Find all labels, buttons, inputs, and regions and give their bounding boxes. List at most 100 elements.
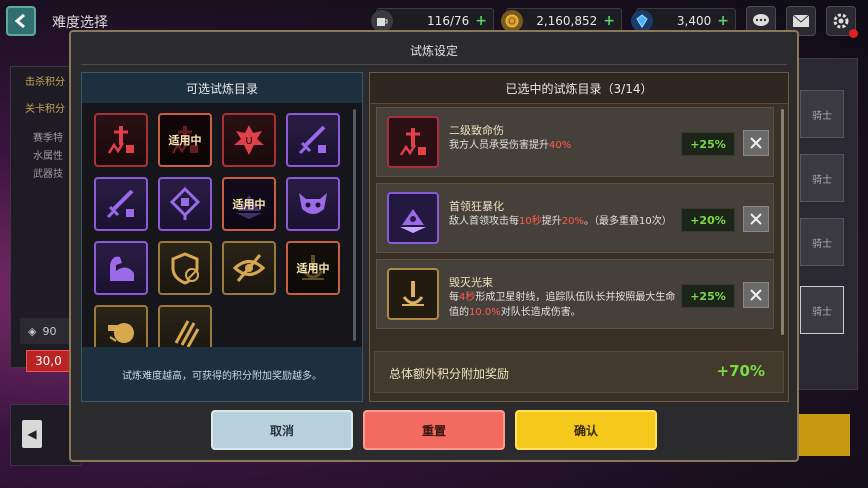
bg-kill-score-label: 击杀积分 [25, 77, 65, 88]
gem-value: 3,400 [676, 14, 712, 28]
gem-icon [631, 10, 653, 32]
applied-badge: 适用中 [224, 179, 274, 229]
total-bonus-bar: 总体额外积分附加奖励 +70% [374, 351, 784, 393]
trial-name: 二级致命伤 [449, 124, 504, 137]
demon-mask-icon [299, 193, 327, 214]
coffee-cup-icon [371, 10, 393, 32]
trial-tile[interactable]: 适用中 [222, 177, 276, 231]
bg-line: 水属性 [33, 151, 63, 162]
scrollbar[interactable] [353, 109, 356, 341]
selected-trial-item: 首领狂暴化 敌人首领攻击每10秒提升20%。（最多重叠10次） +20% [376, 183, 774, 253]
trial-settings-dialog: 试炼设定 可选试炼目录 适用中 U 适用中 适用中 试炼难度越高，可获得的积分附加奖励… [69, 30, 799, 462]
trial-tile[interactable] [94, 305, 148, 347]
trial-tile[interactable] [94, 113, 148, 167]
close-icon [750, 213, 762, 225]
trial-tile[interactable]: U [222, 113, 276, 167]
desc-highlight: 10.0% [469, 307, 501, 318]
bg-yellow-button [798, 414, 850, 456]
reset-button[interactable]: 重置 [363, 410, 505, 450]
page-title: 难度选择 [52, 15, 108, 31]
confirm-button[interactable]: 确认 [515, 410, 657, 450]
applied-badge: 适用中 [160, 115, 210, 165]
bg-knight-card: 骑士 [800, 218, 844, 266]
selected-trials-title: 已选中的试炼目录（3/14） [370, 73, 788, 104]
trial-tile[interactable] [222, 241, 276, 295]
desc-text: 敌人首领攻击每 [449, 216, 519, 227]
add-gem-button[interactable]: + [717, 13, 729, 29]
bg-knight-card: 骑士 [800, 286, 844, 334]
available-trials-title: 可选试炼目录 [82, 73, 362, 104]
total-bonus-value: +70% [716, 362, 765, 380]
armor-crush-icon [108, 323, 134, 343]
back-button[interactable] [6, 6, 36, 36]
trial-tile[interactable] [286, 177, 340, 231]
cancel-button[interactable]: 取消 [211, 410, 353, 450]
trial-tile[interactable] [158, 305, 212, 347]
desc-text: 每 [449, 292, 459, 303]
envelope-icon [792, 14, 810, 27]
trial-tile[interactable]: 适用中 [286, 241, 340, 295]
trial-tile[interactable] [94, 241, 148, 295]
add-stamina-button[interactable]: + [475, 13, 487, 29]
available-trials-panel: 可选试炼目录 适用中 U 适用中 适用中 试炼难度越高，可获得的积分附加奖励越多。 [81, 72, 363, 402]
sword-slash-icon [106, 189, 134, 219]
stamina-value: 116/76 [427, 14, 470, 28]
divider [81, 64, 787, 65]
satellite-beam-icon [387, 268, 439, 320]
trial-description: 我方人员承受伤害提升40% [449, 138, 679, 153]
sword-crit-icon [107, 126, 134, 154]
trial-tile[interactable] [286, 113, 340, 167]
trial-tile[interactable]: 适用中 [158, 113, 212, 167]
trial-tile[interactable] [158, 241, 212, 295]
close-icon [750, 289, 762, 301]
diamond-sigil-icon [169, 187, 201, 220]
desc-text: 。（最多重叠10次） [583, 216, 672, 227]
desc-highlight: 4秒 [459, 292, 476, 303]
trial-grid: 适用中 U 适用中 适用中 [94, 113, 340, 347]
sword-slash-icon [298, 125, 326, 155]
remove-trial-button[interactable] [743, 282, 769, 308]
diamond-icon: ◈ [28, 324, 37, 338]
bg-red-value-box: 30,0 [26, 350, 72, 372]
arrow-left-icon: ◀ [27, 427, 37, 441]
desc-highlight: 10秒 [519, 216, 542, 227]
bg-knight-card: 骑士 [800, 90, 844, 138]
bg-stage-score-label: 关卡积分 [25, 104, 65, 115]
bg-line: 赛季特 [33, 133, 63, 144]
bg-line: 武器技 [33, 169, 63, 180]
trial-grid-area: 适用中 U 适用中 适用中 [82, 103, 362, 347]
boss-rage-icon [387, 192, 439, 244]
selected-trial-item: 毁灭光束 每4秒形成卫星射线，追踪队伍队长并按照最大生命值的10.0%对队长造成… [376, 259, 774, 329]
bg-score-box: ◈ 90 [20, 318, 72, 344]
trial-name: 毁灭光束 [449, 276, 493, 289]
desc-highlight: 40% [549, 140, 572, 151]
desc-text: 对队长造成伤害。 [500, 307, 581, 318]
trial-bonus: +25% [681, 284, 735, 308]
scrollbar[interactable] [781, 109, 784, 335]
bg-score-value: 90 [42, 324, 57, 338]
trial-description: 敌人首领攻击每10秒提升20%。（最多重叠10次） [449, 214, 689, 229]
notification-dot [849, 29, 858, 38]
add-gold-button[interactable]: + [603, 13, 615, 29]
remove-trial-button[interactable] [743, 130, 769, 156]
gold-coin-icon [501, 10, 523, 32]
available-trials-hint: 试炼难度越高，可获得的积分附加奖励越多。 [122, 370, 322, 382]
crossed-eye-icon [232, 254, 266, 282]
settings-button[interactable] [826, 6, 858, 38]
desc-text: 我方人员承受伤害提升 [449, 140, 549, 151]
chat-bubble-icon [753, 14, 769, 26]
claw-marks-icon [174, 320, 200, 347]
trial-tile[interactable] [158, 177, 212, 231]
remove-trial-button[interactable] [743, 206, 769, 232]
svg-text:U: U [245, 136, 252, 147]
chevron-left-icon [14, 13, 25, 29]
gold-value: 2,160,852 [536, 14, 598, 28]
selected-trials-panel: 已选中的试炼目录（3/14） 二级致命伤 我方人员承受伤害提升40% +25% … [369, 72, 789, 402]
trial-tile[interactable] [94, 177, 148, 231]
shield-ban-icon [171, 252, 199, 285]
desc-highlight: 20% [561, 216, 584, 227]
trial-bonus: +20% [681, 208, 735, 232]
bg-prev-arrow[interactable]: ◀ [22, 420, 42, 448]
sword-crit-icon [387, 116, 439, 168]
flexed-arm-icon [110, 256, 134, 281]
